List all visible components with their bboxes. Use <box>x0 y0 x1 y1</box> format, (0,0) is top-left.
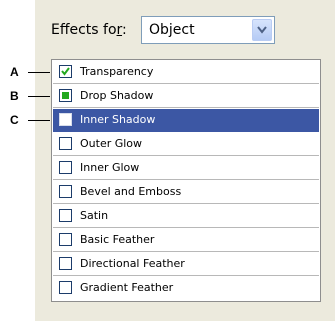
callout-leader-line <box>28 120 50 121</box>
checkbox[interactable] <box>59 161 72 174</box>
callout-letter: A <box>10 65 19 79</box>
checkbox[interactable] <box>59 257 72 270</box>
effect-label: Inner Glow <box>80 161 140 174</box>
checkbox[interactable] <box>59 233 72 246</box>
effect-label: Satin <box>80 209 109 222</box>
effect-label: Bevel and Emboss <box>80 185 182 198</box>
callout-a: A <box>0 65 50 80</box>
effect-row-drop-shadow[interactable]: Drop Shadow <box>53 85 319 108</box>
callout-c: C <box>0 113 50 128</box>
effect-label: Drop Shadow <box>80 89 154 102</box>
checkbox[interactable] <box>59 137 72 150</box>
effect-label: Gradient Feather <box>80 281 174 294</box>
effect-row-inner-glow[interactable]: Inner Glow <box>53 157 319 180</box>
effect-label: Transparency <box>80 65 154 78</box>
effect-row-bevel-and-emboss[interactable]: Bevel and Emboss <box>53 181 319 204</box>
effect-label: Directional Feather <box>80 257 185 270</box>
checkbox[interactable] <box>59 281 72 294</box>
checkbox[interactable] <box>59 185 72 198</box>
effect-row-transparency[interactable]: Transparency <box>53 61 319 84</box>
effects-for-label: Effects for: <box>51 22 127 38</box>
callout-letter: C <box>10 113 19 127</box>
effect-label: Inner Shadow <box>80 113 156 126</box>
effect-row-gradient-feather[interactable]: Gradient Feather <box>53 277 319 300</box>
checkmark-icon <box>61 67 70 76</box>
dropdown-arrow-button[interactable] <box>252 19 272 41</box>
effect-row-basic-feather[interactable]: Basic Feather <box>53 229 319 252</box>
effects-for-select[interactable]: Object <box>141 16 275 44</box>
chevron-down-icon <box>257 26 267 34</box>
effect-row-outer-glow[interactable]: Outer Glow <box>53 133 319 156</box>
checkbox[interactable] <box>59 113 72 126</box>
partial-fill-icon <box>62 92 69 99</box>
effect-label: Basic Feather <box>80 233 155 246</box>
callout-leader-line <box>28 72 50 73</box>
callout-leader-line <box>28 96 50 97</box>
effect-row-inner-shadow[interactable]: Inner Shadow <box>53 109 319 132</box>
checkbox-partial[interactable] <box>59 89 72 102</box>
effect-row-satin[interactable]: Satin <box>53 205 319 228</box>
effect-row-directional-feather[interactable]: Directional Feather <box>53 253 319 276</box>
callout-letter: B <box>10 89 19 103</box>
effects-for-select-value: Object <box>149 22 195 38</box>
effects-list: Transparency Drop Shadow Inner Shadow Ou… <box>51 59 321 302</box>
checkbox[interactable] <box>59 209 72 222</box>
callout-b: B <box>0 89 50 104</box>
checkbox-checked[interactable] <box>59 65 72 78</box>
effect-label: Outer Glow <box>80 137 143 150</box>
